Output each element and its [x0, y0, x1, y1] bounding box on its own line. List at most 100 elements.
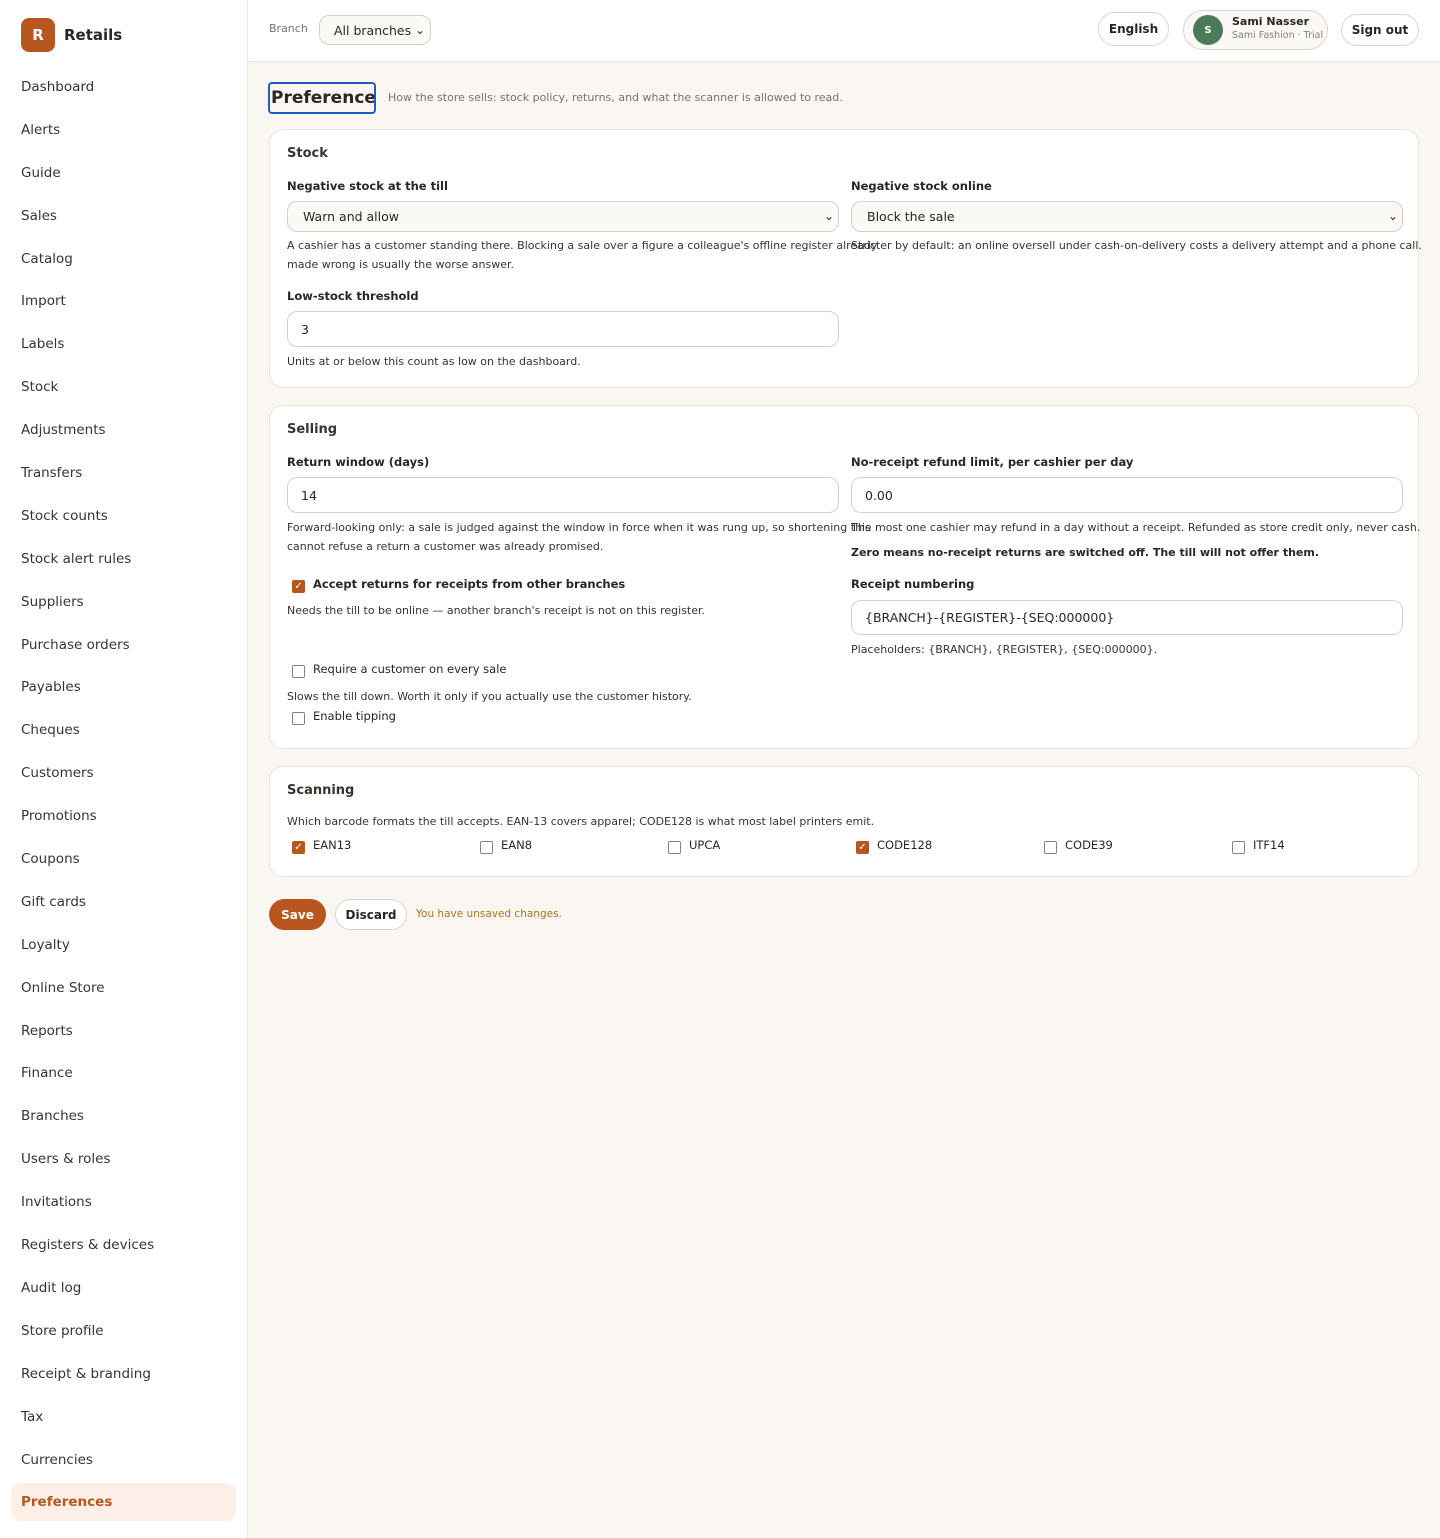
unsaved-status: You have unsaved changes. — [416, 908, 562, 920]
low-stock-label: Low-stock threshold — [287, 289, 419, 303]
refund-limit-input[interactable]: 0.00 — [851, 477, 1403, 513]
user-menu[interactable]: S Sami Nasser Sami Fashion · Trial — [1183, 10, 1328, 50]
format-label: EAN8 — [501, 838, 533, 852]
sidebar-item-cheques[interactable]: Cheques — [11, 711, 236, 749]
sidebar-item-dashboard[interactable]: Dashboard — [11, 68, 236, 106]
discard-button[interactable]: Discard — [335, 899, 407, 930]
chevron-down-icon: ⌄ — [823, 209, 834, 223]
sidebar-item-label: Audit log — [21, 1279, 82, 1296]
sidebar-item-guide[interactable]: Guide — [11, 154, 236, 192]
sidebar-item-labels[interactable]: Labels — [11, 325, 236, 363]
language-button[interactable]: English — [1098, 12, 1169, 46]
sidebar-item-payables[interactable]: Payables — [11, 668, 236, 706]
sidebar-item-label: Guide — [21, 164, 61, 181]
refund-limit-warning: Zero means no-receipt returns are switch… — [851, 546, 1320, 559]
scanning-card-title: Scanning — [287, 783, 355, 798]
sidebar-item-stock-alert-rules[interactable]: Stock alert rules — [11, 540, 236, 578]
sidebar-item-stock-counts[interactable]: Stock counts — [11, 497, 236, 535]
sidebar-item-finance[interactable]: Finance — [11, 1054, 236, 1092]
sidebar-item-catalog[interactable]: Catalog — [11, 240, 236, 278]
format-checkbox-code39[interactable] — [1044, 841, 1057, 854]
sidebar-item-online-store[interactable]: Online Store — [11, 969, 236, 1007]
refund-limit-label: No-receipt refund limit, per cashier per… — [851, 455, 1134, 469]
format-checkbox-itf14[interactable] — [1232, 841, 1245, 854]
other-branch-returns-label: Accept returns for receipts from other b… — [313, 577, 626, 591]
sidebar-item-registers-and-devices[interactable]: Registers & devices — [11, 1226, 236, 1264]
sidebar-item-label: Reports — [21, 1022, 73, 1039]
sidebar-item-store-profile[interactable]: Store profile — [11, 1312, 236, 1350]
brand[interactable]: R Retails — [21, 18, 122, 52]
chevron-down-icon: ⌄ — [1387, 209, 1398, 223]
enable-tipping-checkbox[interactable] — [292, 712, 305, 725]
negative-stock-online-help: Stricter by default: an online oversell … — [851, 239, 1422, 252]
negative-stock-till-select[interactable]: Warn and allow ⌄ — [287, 201, 839, 232]
other-branch-returns-checkbox[interactable]: ✓ — [292, 580, 305, 593]
require-customer-checkbox[interactable] — [292, 665, 305, 678]
sidebar-item-tax[interactable]: Tax — [11, 1398, 236, 1436]
help-line: Forward-looking only: a sale is judged a… — [287, 521, 871, 534]
sidebar-item-label: Branches — [21, 1108, 84, 1125]
sidebar-item-preferences[interactable]: Preferences — [11, 1483, 236, 1522]
sidebar-item-label: Invitations — [21, 1194, 92, 1211]
receipt-numbering-input[interactable]: {BRANCH}-{REGISTER}-{SEQ:000000} — [851, 600, 1403, 635]
stock-card-title: Stock — [287, 146, 328, 161]
sidebar-item-branches[interactable]: Branches — [11, 1097, 236, 1135]
negative-stock-online-select[interactable]: Block the sale ⌄ — [851, 201, 1403, 232]
format-label: EAN13 — [313, 838, 352, 852]
stock-card: Stock Negative stock at the till Warn an… — [269, 129, 1422, 388]
sidebar-item-purchase-orders[interactable]: Purchase orders — [11, 626, 236, 664]
branch-select[interactable]: All branches ⌄ — [319, 15, 431, 45]
sidebar-item-promotions[interactable]: Promotions — [11, 797, 236, 835]
sidebar-item-label: Preferences — [21, 1494, 113, 1511]
format-checkbox-ean8[interactable] — [480, 841, 493, 854]
sidebar-item-import[interactable]: Import — [11, 282, 236, 320]
sidebar-item-adjustments[interactable]: Adjustments — [11, 411, 236, 449]
format-label: UPCA — [689, 838, 721, 852]
sidebar-item-label: Customers — [21, 765, 94, 782]
sidebar-item-stock[interactable]: Stock — [11, 368, 236, 406]
sidebar-item-transfers[interactable]: Transfers — [11, 454, 236, 492]
refund-limit-help: The most one cashier may refund in a day… — [851, 521, 1421, 534]
sign-out-button[interactable]: Sign out — [1341, 14, 1419, 46]
sidebar-item-alerts[interactable]: Alerts — [11, 111, 236, 149]
sidebar-item-gift-cards[interactable]: Gift cards — [11, 883, 236, 921]
sidebar-item-label: Finance — [21, 1065, 73, 1082]
sidebar-item-audit-log[interactable]: Audit log — [11, 1269, 236, 1307]
scanning-card: Scanning Which barcode formats the till … — [269, 766, 1419, 877]
sidebar-item-receipt-and-branding[interactable]: Receipt & branding — [11, 1355, 236, 1393]
format-checkbox-ean13[interactable]: ✓ — [292, 841, 305, 854]
sidebar-item-label: Import — [21, 293, 66, 310]
scanning-help: Which barcode formats the till accepts. … — [287, 815, 875, 828]
help-line: A cashier has a customer standing there.… — [287, 239, 878, 252]
low-stock-help: Units at or below this count as low on t… — [287, 355, 581, 368]
sidebar-item-label: Stock — [21, 379, 59, 396]
sidebar-item-currencies[interactable]: Currencies — [11, 1441, 236, 1479]
sidebar-item-label: Stock alert rules — [21, 550, 132, 567]
sidebar-item-coupons[interactable]: Coupons — [11, 840, 236, 878]
return-window-input[interactable]: 14 — [287, 477, 839, 513]
low-stock-input[interactable]: 3 — [287, 311, 839, 347]
sidebar-item-label: Alerts — [21, 121, 61, 138]
negative-stock-online-value: Block the sale — [867, 209, 955, 224]
sidebar-item-label: Store profile — [21, 1322, 104, 1339]
sidebar-item-users-and-roles[interactable]: Users & roles — [11, 1140, 236, 1178]
sidebar-item-label: Payables — [21, 679, 81, 696]
format-label: CODE128 — [877, 838, 933, 852]
save-button[interactable]: Save — [269, 899, 326, 930]
sidebar-item-loyalty[interactable]: Loyalty — [11, 926, 236, 964]
enable-tipping-label: Enable tipping — [313, 709, 396, 723]
sidebar-item-customers[interactable]: Customers — [11, 754, 236, 792]
branch-select-value: All branches — [334, 22, 412, 38]
sidebar-item-reports[interactable]: Reports — [11, 1012, 236, 1050]
help-line: made wrong is usually the worse answer. — [287, 258, 514, 271]
sidebar-item-label: Adjustments — [21, 422, 106, 439]
format-checkbox-upca[interactable] — [668, 841, 681, 854]
sidebar-item-label: Labels — [21, 336, 65, 353]
selling-card-title: Selling — [287, 422, 338, 437]
sidebar-item-suppliers[interactable]: Suppliers — [11, 583, 236, 621]
format-checkbox-code128[interactable]: ✓ — [856, 841, 869, 854]
sidebar-item-sales[interactable]: Sales — [11, 197, 236, 235]
sidebar-item-label: Transfers — [21, 465, 83, 482]
sidebar-item-label: Promotions — [21, 808, 97, 825]
sidebar-item-invitations[interactable]: Invitations — [11, 1183, 236, 1221]
